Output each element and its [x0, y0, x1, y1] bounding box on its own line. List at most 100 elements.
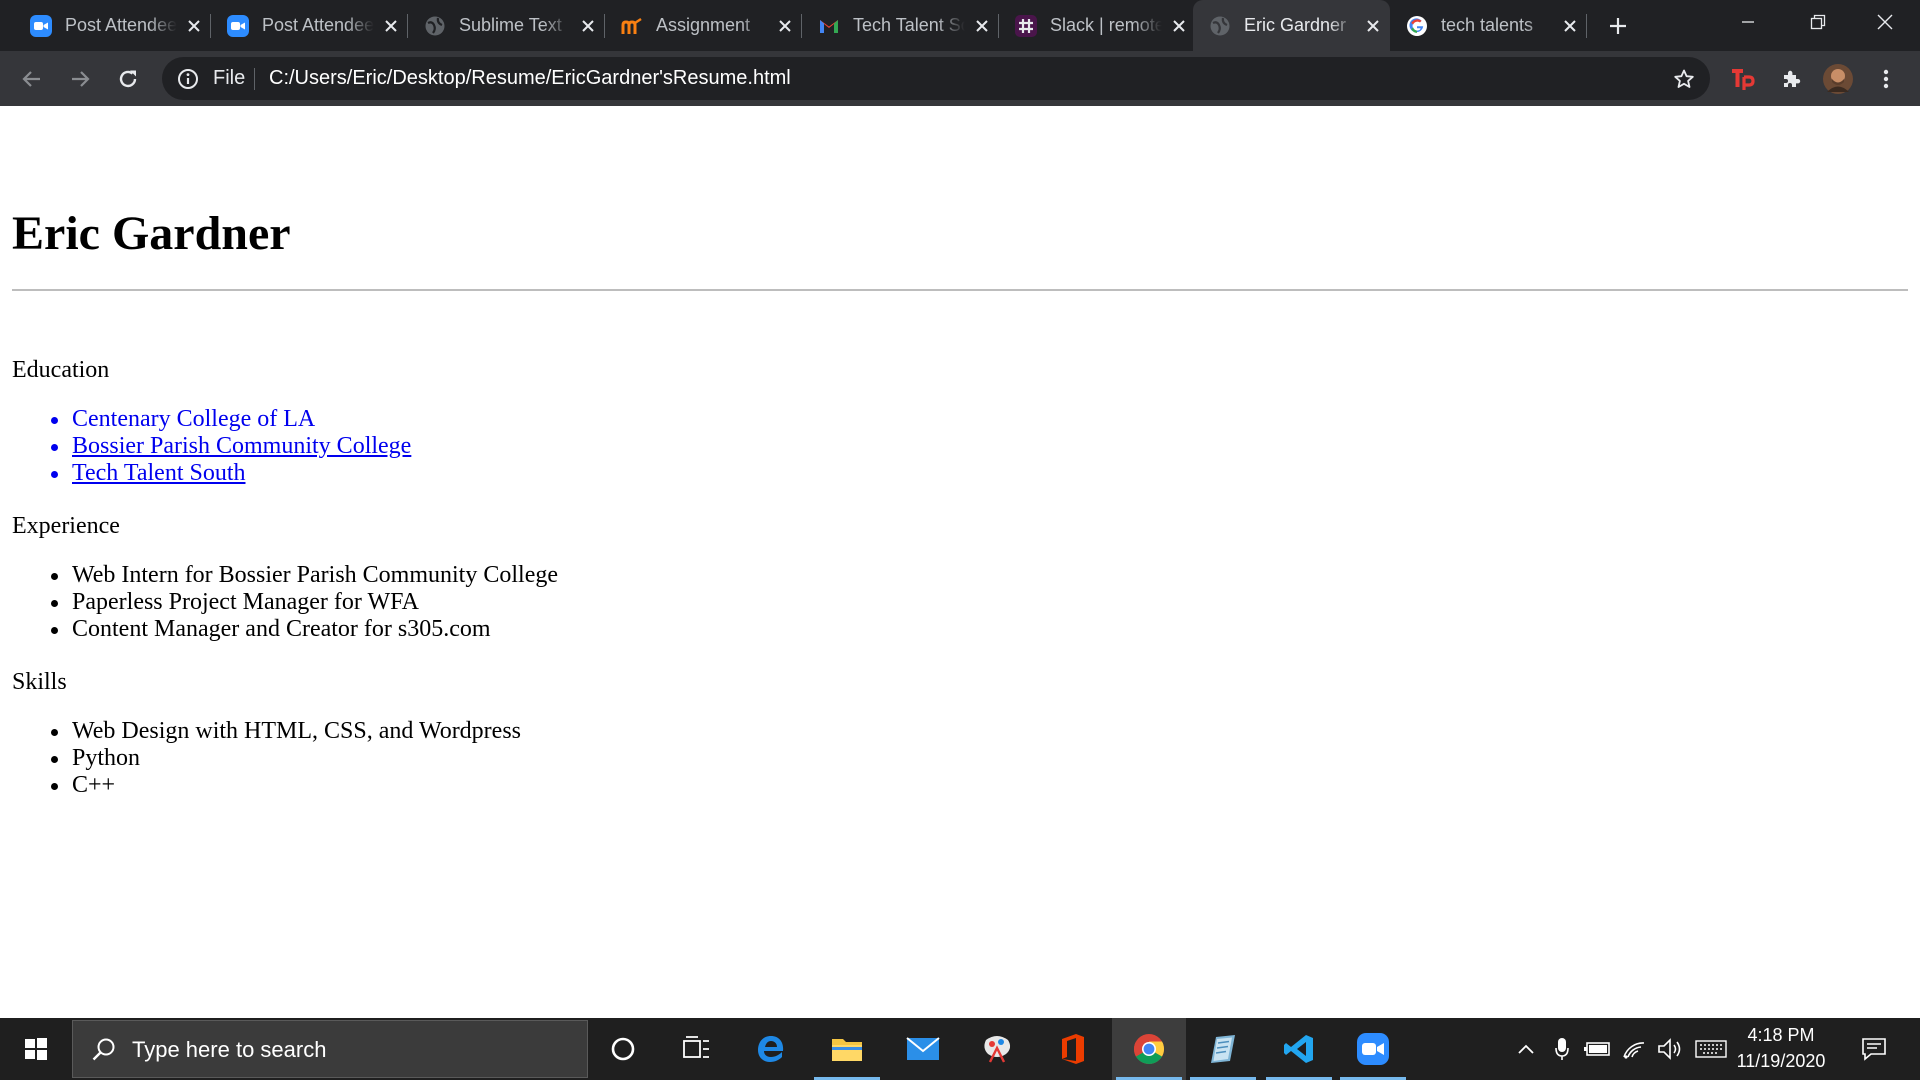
menu-button[interactable] [1868, 61, 1904, 97]
vscode-taskbar-icon[interactable] [1262, 1018, 1336, 1080]
minimize-button[interactable] [1713, 0, 1783, 44]
close-icon[interactable] [183, 15, 205, 37]
task-view-icon [683, 1036, 709, 1058]
address-bar[interactable]: File C:/Users/Eric/Desktop/Resume/EricGa… [162, 57, 1710, 100]
tab-title: Tech Talent South [853, 15, 965, 35]
zoom-icon [1357, 1033, 1389, 1065]
forward-button[interactable] [62, 61, 98, 97]
globe-icon [1209, 15, 1231, 37]
vscode-icon [1284, 1035, 1313, 1063]
sublime-taskbar-icon[interactable] [1186, 1018, 1260, 1080]
profile-button[interactable] [1820, 61, 1856, 97]
close-icon[interactable] [1362, 15, 1384, 37]
tab-tech-talent-south[interactable]: Tech Talent South [802, 0, 999, 51]
minimize-icon [1742, 21, 1754, 23]
tab-title: tech talents [1441, 15, 1534, 35]
tab-eric-gardner[interactable]: Eric Gardner [1193, 0, 1390, 51]
list-item: Paperless Project Manager for WFA [12, 589, 558, 616]
mail-taskbar-icon[interactable] [886, 1018, 960, 1080]
snip-sketch-taskbar-icon[interactable] [960, 1018, 1034, 1080]
folder-icon [832, 1039, 862, 1061]
edge-icon [758, 1036, 784, 1062]
url-text[interactable]: C:/Users/Eric/Desktop/Resume/EricGardner… [269, 66, 791, 90]
back-button[interactable] [14, 61, 50, 97]
education-link-tts[interactable]: Tech Talent South [72, 460, 246, 486]
scheme-label: File [213, 67, 246, 89]
tab-post-attendee-2[interactable]: Post Attendee - Zoom [211, 0, 408, 51]
edge-taskbar-icon[interactable] [734, 1018, 808, 1080]
list-item: Centenary College of LA [12, 406, 411, 433]
battery-tray-icon[interactable] [1582, 1018, 1614, 1080]
speaker-icon [1658, 1038, 1681, 1060]
tab-title: Assignment [656, 15, 751, 35]
tab-title: Slack | remote [1050, 15, 1162, 35]
reload-button[interactable] [110, 61, 146, 97]
task-view-button[interactable] [660, 1018, 734, 1080]
tab-assignment[interactable]: Assignment [605, 0, 802, 51]
battery-icon [1584, 1042, 1610, 1056]
chrome-taskbar-icon[interactable] [1112, 1018, 1186, 1080]
volume-tray-icon[interactable] [1654, 1018, 1686, 1080]
zoom-taskbar-icon[interactable] [1336, 1018, 1410, 1080]
education-link-bpcc[interactable]: Bossier Parish Community College [72, 433, 411, 459]
skills-heading: Skills [12, 669, 67, 695]
file-explorer-taskbar-icon[interactable] [810, 1018, 884, 1080]
close-icon[interactable] [971, 15, 993, 37]
taskbar-search-box[interactable]: Type here to search [72, 1020, 588, 1078]
restore-button[interactable] [1783, 0, 1853, 44]
slack-icon [1015, 14, 1037, 37]
office-taskbar-icon[interactable] [1036, 1018, 1110, 1080]
arrow-left-icon [22, 71, 40, 87]
zoom-icon [30, 14, 52, 37]
clock-date: 11/19/2020 [1736, 1051, 1826, 1071]
experience-list: Web Intern for Bossier Parish Community … [12, 562, 558, 643]
tab-tech-talents-search[interactable]: tech talents [1390, 0, 1587, 51]
kebab-menu-icon [1883, 69, 1889, 89]
windows-logo-icon [25, 1038, 47, 1060]
star-icon[interactable] [1672, 67, 1696, 91]
keyboard-tray-icon[interactable] [1692, 1018, 1730, 1080]
extension-tp-button[interactable] [1725, 61, 1761, 97]
mail-icon [906, 1037, 940, 1060]
tab-title: Post Attendee - Zoom [65, 15, 177, 35]
cortana-icon [611, 1037, 635, 1061]
chrome-icon [1133, 1034, 1165, 1065]
cortana-button[interactable] [586, 1018, 660, 1080]
zoom-icon [227, 14, 249, 37]
arrow-right-icon [72, 71, 90, 87]
extensions-button[interactable] [1773, 61, 1809, 97]
tab-title: Eric Gardner [1244, 15, 1347, 35]
close-icon[interactable] [1559, 15, 1581, 37]
new-tab-button[interactable] [1604, 12, 1632, 40]
close-icon[interactable] [577, 15, 599, 37]
list-item: C++ [12, 772, 521, 799]
horizontal-rule [12, 289, 1908, 291]
tab-sublime-text[interactable]: Sublime Text [408, 0, 605, 51]
tab-post-attendee-1[interactable]: Post Attendee - Zoom [14, 0, 211, 51]
wifi-tray-icon[interactable] [1618, 1018, 1650, 1080]
close-icon[interactable] [1168, 15, 1190, 37]
globe-icon [424, 15, 446, 37]
tab-slack[interactable]: Slack | remote [999, 0, 1196, 51]
info-icon[interactable] [176, 67, 200, 91]
gmail-icon [818, 15, 840, 37]
close-window-button[interactable] [1850, 0, 1920, 44]
start-button[interactable] [0, 1018, 72, 1080]
list-item: Content Manager and Creator for s305.com [12, 616, 558, 643]
show-hidden-icons-button[interactable] [1510, 1018, 1542, 1080]
microphone-tray-icon[interactable] [1546, 1018, 1578, 1080]
taskbar-clock[interactable]: 4:18 PM 11/19/2020 [1726, 1022, 1836, 1074]
tab-strip: Post Attendee - Zoom Post Attendee - Zoo… [0, 0, 1920, 51]
close-icon[interactable] [380, 15, 402, 37]
avatar [1823, 64, 1853, 94]
education-link-centenary[interactable]: Centenary College of LA [72, 406, 315, 432]
close-icon[interactable] [774, 15, 796, 37]
list-item: Bossier Parish Community College [12, 433, 411, 460]
snip-sketch-icon [984, 1036, 1011, 1063]
notification-icon [1862, 1038, 1886, 1061]
action-center-button[interactable] [1852, 1018, 1896, 1080]
google-icon [1406, 15, 1428, 37]
education-heading: Education [12, 357, 110, 383]
list-item: Python [12, 745, 521, 772]
office-icon [1062, 1034, 1084, 1064]
